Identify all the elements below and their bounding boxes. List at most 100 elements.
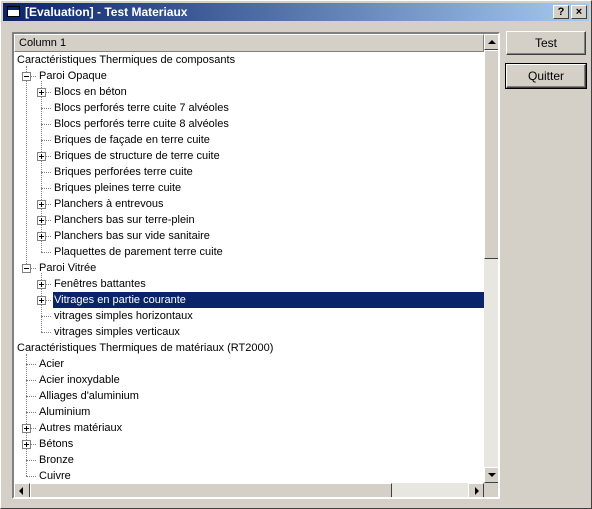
tree-item-label: Briques pleines terre cuite xyxy=(54,182,182,194)
tree-item[interactable]: vitrages simples horizontaux xyxy=(14,308,484,324)
tree-branch-line xyxy=(26,380,36,381)
expand-icon[interactable] xyxy=(37,232,46,241)
tree-item[interactable]: Briques de façade en terre cuite xyxy=(14,132,484,148)
expand-icon[interactable] xyxy=(37,200,46,209)
tree-item-label: Plaquettes de parement terre cuite xyxy=(54,246,223,258)
tree-item[interactable]: Fenêtres battantes xyxy=(14,276,484,292)
expand-icon[interactable] xyxy=(22,440,31,449)
tree-item[interactable]: Planchers bas sur vide sanitaire xyxy=(14,228,484,244)
scroll-down-button[interactable] xyxy=(484,467,498,483)
tree-item-label: Briques de structure de terre cuite xyxy=(54,150,220,162)
tree-item-label: Paroi Opaque xyxy=(39,70,107,82)
tree-item-label: Briques perforées terre cuite xyxy=(54,166,193,178)
tree-branch-line xyxy=(26,364,36,365)
tree-item-label: Autres matériaux xyxy=(39,422,123,434)
tree-item-label: Acier inoxydable xyxy=(39,374,120,386)
tree-branch-line xyxy=(41,252,51,253)
tree-branch-line xyxy=(41,140,51,141)
tree-item[interactable]: Alliages d'aluminium xyxy=(14,388,484,404)
test-button[interactable]: Test xyxy=(506,31,586,55)
tree-branch-line xyxy=(41,108,51,109)
tree-item-label: Blocs perforés terre cuite 8 alvéoles xyxy=(54,118,229,130)
tree-item-label: Acier xyxy=(39,358,65,370)
tree-item[interactable]: Blocs en béton xyxy=(14,84,484,100)
tree-item[interactable]: Briques pleines terre cuite xyxy=(14,180,484,196)
expand-icon[interactable] xyxy=(37,296,46,305)
column-header[interactable]: Column 1 xyxy=(14,34,484,52)
tree-rows: Caractéristiques Thermiques de composant… xyxy=(14,52,484,483)
tree-item-label: Planchers bas sur terre-plein xyxy=(54,214,195,226)
vertical-scrollbar[interactable] xyxy=(484,34,498,483)
tree-item[interactable]: Acier xyxy=(14,356,484,372)
scroll-right-button[interactable] xyxy=(468,483,484,497)
tree-item-label: Paroi Vitrée xyxy=(39,262,97,274)
tree-item-label: Bétons xyxy=(39,438,74,450)
expand-icon[interactable] xyxy=(37,152,46,161)
tree-item[interactable]: Plaquettes de parement terre cuite xyxy=(14,244,484,260)
tree-item[interactable]: Bronze xyxy=(14,452,484,468)
scroll-up-button[interactable] xyxy=(484,34,498,50)
expand-icon[interactable] xyxy=(37,280,46,289)
tree-category[interactable]: Caractéristiques Thermiques de matériaux… xyxy=(14,340,484,356)
tree-item-label: Blocs perforés terre cuite 7 alvéoles xyxy=(54,102,229,114)
tree-item-label: Alliages d'aluminium xyxy=(39,390,139,402)
tree-item[interactable]: Blocs perforés terre cuite 8 alvéoles xyxy=(14,116,484,132)
expand-icon[interactable] xyxy=(22,424,31,433)
help-button[interactable]: ? xyxy=(553,5,569,19)
tree-item-label: Caractéristiques Thermiques de composant… xyxy=(17,54,236,66)
tree-branch-line xyxy=(26,476,36,477)
tree-view[interactable]: Column 1 Caractéristiques Thermiques de … xyxy=(12,32,500,499)
tree-item[interactable]: Planchers bas sur terre-plein xyxy=(14,212,484,228)
tree-item[interactable]: Planchers à entrevous xyxy=(14,196,484,212)
tree-item[interactable]: Cuivre xyxy=(14,468,484,483)
quit-button[interactable]: Quitter xyxy=(505,63,587,89)
tree-item[interactable]: Aluminium xyxy=(14,404,484,420)
tree-item[interactable]: vitrages simples verticaux xyxy=(14,324,484,340)
tree-branch-line xyxy=(41,332,51,333)
window-title: [Evaluation] - Test Materiaux xyxy=(25,5,188,19)
tree-item[interactable]: Blocs perforés terre cuite 7 alvéoles xyxy=(14,100,484,116)
tree-item-label: Fenêtres battantes xyxy=(54,278,146,290)
tree-item-label: Vitrages en partie courante xyxy=(53,293,187,307)
tree-branch-line xyxy=(41,316,51,317)
horizontal-scrollbar[interactable] xyxy=(14,483,484,497)
horizontal-scroll-thumb[interactable] xyxy=(30,483,392,497)
expand-icon[interactable] xyxy=(37,216,46,225)
tree-branch-line xyxy=(26,460,36,461)
tree-item-label: vitrages simples verticaux xyxy=(54,326,180,338)
tree-item-label: Bronze xyxy=(39,454,74,466)
tree-item-label: Cuivre xyxy=(39,470,71,482)
close-button[interactable]: × xyxy=(571,5,587,19)
tree-item-label: vitrages simples horizontaux xyxy=(54,310,193,322)
tree-branch-line xyxy=(41,188,51,189)
collapse-icon[interactable] xyxy=(22,72,31,81)
tree-item[interactable]: Paroi Vitrée xyxy=(14,260,484,276)
tree-item-label: Aluminium xyxy=(39,406,91,418)
tree-item-label: Planchers à entrevous xyxy=(54,198,164,210)
tree-item[interactable]: Paroi Opaque xyxy=(14,68,484,84)
expand-icon[interactable] xyxy=(37,88,46,97)
tree-item-label: Blocs en béton xyxy=(54,86,127,98)
app-window: [Evaluation] - Test Materiaux ? × Column… xyxy=(0,0,592,509)
scroll-corner xyxy=(484,483,498,497)
collapse-icon[interactable] xyxy=(22,264,31,273)
tree-item[interactable]: Bétons xyxy=(14,436,484,452)
tree-item-label: Planchers bas sur vide sanitaire xyxy=(54,230,210,242)
column-header-label: Column 1 xyxy=(19,37,67,49)
tree-branch-line xyxy=(41,172,51,173)
tree-branch-line xyxy=(26,396,36,397)
scroll-left-button[interactable] xyxy=(14,483,30,497)
tree-item-label: Caractéristiques Thermiques de matériaux… xyxy=(17,342,274,354)
tree-category[interactable]: Caractéristiques Thermiques de composant… xyxy=(14,52,484,68)
tree-item-label: Briques de façade en terre cuite xyxy=(54,134,210,146)
title-bar[interactable]: [Evaluation] - Test Materiaux ? × xyxy=(3,3,589,21)
vertical-scroll-thumb[interactable] xyxy=(484,50,498,259)
tree-item[interactable]: Autres matériaux xyxy=(14,420,484,436)
tree-item[interactable]: Vitrages en partie courante xyxy=(14,292,484,308)
tree-branch-line xyxy=(26,412,36,413)
tree-item[interactable]: Briques perforées terre cuite xyxy=(14,164,484,180)
tree-branch-line xyxy=(41,124,51,125)
tree-item[interactable]: Acier inoxydable xyxy=(14,372,484,388)
tree-item[interactable]: Briques de structure de terre cuite xyxy=(14,148,484,164)
window-icon xyxy=(7,6,20,17)
